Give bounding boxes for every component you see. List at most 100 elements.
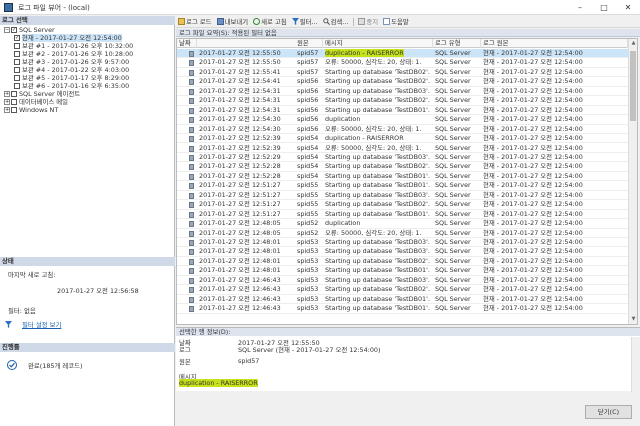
column-header-date[interactable]: 날짜 bbox=[177, 39, 197, 48]
tree-node[interactable]: 보관 #4 - 2017-01-22 오후 4:03:00 bbox=[14, 66, 129, 74]
stop-button[interactable]: 중지 bbox=[358, 17, 378, 26]
column-header-source[interactable]: 원본 bbox=[295, 39, 323, 48]
expand-icon[interactable]: + bbox=[4, 107, 10, 113]
cell-text: SQL Server bbox=[435, 304, 471, 313]
table-row[interactable]: 2017-01-27 오전 12:51:27 spid55 Starting up … bbox=[177, 210, 628, 220]
cell-text: 현재 - 2017-01-27 오전 12:54:00 bbox=[483, 152, 583, 161]
tree-node[interactable]: + SQL Server 에이전트 bbox=[4, 90, 80, 98]
help-button[interactable]: 도움말 bbox=[383, 17, 409, 26]
tree-node[interactable]: 보관 #5 - 2017-01-17 오후 8:29:00 bbox=[14, 74, 129, 82]
tree-node[interactable]: + Windows NT bbox=[4, 106, 58, 114]
detail-scrollbar[interactable] bbox=[631, 337, 640, 392]
cell-date: 2017-01-27 오전 12:48:01 bbox=[197, 266, 295, 275]
grid-scrollbar[interactable]: ▲ ▼ bbox=[628, 39, 637, 324]
tree-checkbox[interactable] bbox=[14, 51, 20, 57]
cell-text: 2017-01-27 오전 12:52:29 bbox=[199, 152, 281, 161]
maximize-button[interactable]: □ bbox=[592, 0, 616, 15]
table-row[interactable]: 2017-01-27 오전 12:52:28 spid54 Starting up … bbox=[177, 162, 628, 172]
tree-node[interactable]: 보관 #2 - 2017-01-26 오후 10:28:00 bbox=[14, 50, 133, 58]
table-row[interactable]: 2017-01-27 오전 12:55:41 spid57 Starting up … bbox=[177, 68, 628, 78]
table-row[interactable]: 2017-01-27 오전 12:52:29 spid54 Starting up … bbox=[177, 152, 628, 163]
table-row[interactable]: 2017-01-27 오전 12:48:01 spid53 Starting up … bbox=[177, 247, 628, 257]
tree-checkbox[interactable] bbox=[14, 75, 20, 81]
tree-checkbox[interactable] bbox=[14, 67, 20, 73]
scroll-up-arrow[interactable]: ▲ bbox=[629, 39, 637, 48]
filter-button[interactable]: 필터... bbox=[291, 17, 318, 26]
table-row[interactable]: 2017-01-27 오전 12:54:31 spid56 Starting up … bbox=[177, 106, 628, 116]
tree-node[interactable]: 보관 #6 - 2017-01-16 오후 6:35:00 bbox=[14, 82, 129, 90]
minimize-button[interactable]: – bbox=[568, 0, 592, 15]
cell-type: SQL Server bbox=[433, 77, 481, 86]
table-row[interactable]: 2017-01-27 오전 12:46:43 spid53 Starting up … bbox=[177, 294, 628, 305]
table-row[interactable]: 2017-01-27 오전 12:54:31 spid56 Starting up … bbox=[177, 87, 628, 97]
table-row[interactable]: 2017-01-27 오전 12:46:43 spid53 Starting up … bbox=[177, 304, 628, 314]
tree-node[interactable]: 보관 #1 - 2017-01-26 오후 10:32:00 bbox=[14, 42, 133, 50]
log-entry-icon bbox=[189, 287, 194, 294]
filter-settings-link[interactable]: 필터 설정 보기 bbox=[22, 320, 61, 329]
table-row[interactable]: 2017-01-27 오전 12:54:30 spid56 duplication S… bbox=[177, 115, 628, 125]
tree-checkbox[interactable] bbox=[14, 83, 20, 89]
export-button[interactable]: 내보내기 bbox=[216, 17, 248, 26]
table-row[interactable]: 2017-01-27 오전 12:52:39 spid54 오류: 50000, 심… bbox=[177, 144, 628, 153]
table-row[interactable]: 2017-01-27 오전 12:51:27 spid55 Starting up … bbox=[177, 200, 628, 210]
column-header-log-origin[interactable]: 로그 원본 bbox=[481, 39, 628, 48]
refresh-button[interactable]: 새로 고침 bbox=[253, 17, 287, 26]
close-window-button[interactable]: ✕ bbox=[616, 0, 640, 15]
table-row[interactable]: 2017-01-27 오전 12:52:28 spid54 Starting up … bbox=[177, 172, 628, 182]
cell-message: Starting up database 'TestDB02'. bbox=[323, 68, 433, 77]
tree-checkbox[interactable]: ✓ bbox=[14, 35, 20, 41]
tree-checkbox[interactable] bbox=[11, 99, 17, 105]
table-row[interactable]: 2017-01-27 오전 12:48:01 spid53 Starting up … bbox=[177, 266, 628, 276]
table-row[interactable]: 2017-01-27 오전 12:54:30 spid56 오류: 50000, 심… bbox=[177, 125, 628, 135]
log-grid[interactable]: 날짜 원본 메시지 로그 유형 로그 원본 2017-01-27 오전 12:5… bbox=[176, 38, 638, 325]
table-row[interactable]: 2017-01-27 오전 12:46:43 spid53 Starting up … bbox=[177, 275, 628, 286]
column-header-log-type[interactable]: 로그 유형 bbox=[433, 39, 481, 48]
table-row[interactable]: 2017-01-27 오전 12:54:41 spid56 Starting up … bbox=[177, 77, 628, 87]
tree-node[interactable]: 보관 #3 - 2017-01-26 오후 9:57:00 bbox=[14, 58, 129, 66]
tree-node[interactable]: ✓ 현재 - 2017-01-27 오전 12:54:00 bbox=[14, 34, 122, 42]
expand-icon[interactable]: + bbox=[4, 91, 10, 97]
load-log-button[interactable]: 로그 로드 bbox=[178, 17, 212, 26]
table-row[interactable]: 2017-01-27 오전 12:51:27 spid55 Starting up … bbox=[177, 191, 628, 201]
close-button[interactable]: 닫기(C) bbox=[585, 405, 632, 419]
detail-header: 선택한 행 정보(D): bbox=[176, 328, 640, 336]
filter-settings-row[interactable]: 필터 설정 보기 bbox=[5, 320, 61, 329]
scroll-thumb[interactable] bbox=[630, 51, 636, 121]
table-row[interactable]: 2017-01-27 오전 12:52:39 spid54 duplication … bbox=[177, 134, 628, 144]
scroll-down-arrow[interactable]: ▼ bbox=[629, 315, 637, 324]
tree-checkbox[interactable] bbox=[11, 107, 17, 113]
cell-source: spid54 bbox=[295, 172, 323, 181]
tree-node-label: 데이터베이스 메일 bbox=[19, 98, 69, 106]
collapse-icon[interactable]: − bbox=[4, 27, 10, 33]
expand-icon[interactable]: + bbox=[4, 99, 10, 105]
cell-origin: 현재 - 2017-01-27 오전 12:54:00 bbox=[481, 266, 628, 275]
cell-origin: 현재 - 2017-01-27 오전 12:54:00 bbox=[481, 96, 628, 105]
cell-text: 2017-01-27 오전 12:46:43 bbox=[199, 275, 281, 284]
cell-message: Starting up database 'TestDB02'. bbox=[323, 96, 433, 105]
title-bar: 로그 파일 뷰어 - (local) – □ ✕ bbox=[0, 0, 640, 15]
tree-checkbox[interactable] bbox=[14, 59, 20, 65]
tree-checkbox[interactable] bbox=[11, 91, 17, 97]
cell-text: spid53 bbox=[297, 266, 319, 275]
table-row[interactable]: 2017-01-27 오전 12:51:27 spid55 Starting up … bbox=[177, 181, 628, 191]
cell-origin: 현재 - 2017-01-27 오전 12:54:00 bbox=[481, 106, 628, 115]
table-row[interactable]: 2017-01-27 오전 12:48:01 spid53 Starting up … bbox=[177, 238, 628, 248]
search-button[interactable]: 검색... bbox=[322, 17, 348, 26]
column-header-message[interactable]: 메시지 bbox=[323, 39, 433, 48]
table-row[interactable]: 2017-01-27 오전 12:54:31 spid56 Starting up … bbox=[177, 96, 628, 106]
tree-node[interactable]: − ✓ SQL Server bbox=[4, 26, 55, 34]
log-entry-icon bbox=[189, 277, 194, 284]
tree-node[interactable]: + 데이터베이스 메일 bbox=[4, 98, 68, 106]
tree-checkbox[interactable] bbox=[14, 43, 20, 49]
table-row[interactable]: 2017-01-27 오전 12:48:05 spid52 duplication S… bbox=[177, 219, 628, 229]
table-row[interactable]: 2017-01-27 오전 12:55:50 spid57 오류: 50000, 심… bbox=[177, 58, 628, 68]
table-row[interactable]: 2017-01-27 오전 12:46:43 spid53 Starting up … bbox=[177, 285, 628, 295]
table-row[interactable]: 2017-01-27 오전 12:48:05 spid52 오류: 50000, 심… bbox=[177, 229, 628, 238]
table-row[interactable]: 2017-01-27 오전 12:55:50 spid57 duplication … bbox=[177, 49, 628, 59]
cell-message: duplication - RAISERROR bbox=[323, 134, 433, 143]
tree-checkbox[interactable]: ✓ bbox=[11, 27, 17, 33]
cell-text: spid53 bbox=[297, 275, 319, 284]
cell-origin: 현재 - 2017-01-27 오전 12:54:00 bbox=[481, 77, 628, 86]
cell-text: SQL Server bbox=[435, 294, 471, 303]
table-row[interactable]: 2017-01-27 오전 12:48:01 spid53 Starting up … bbox=[177, 257, 628, 267]
